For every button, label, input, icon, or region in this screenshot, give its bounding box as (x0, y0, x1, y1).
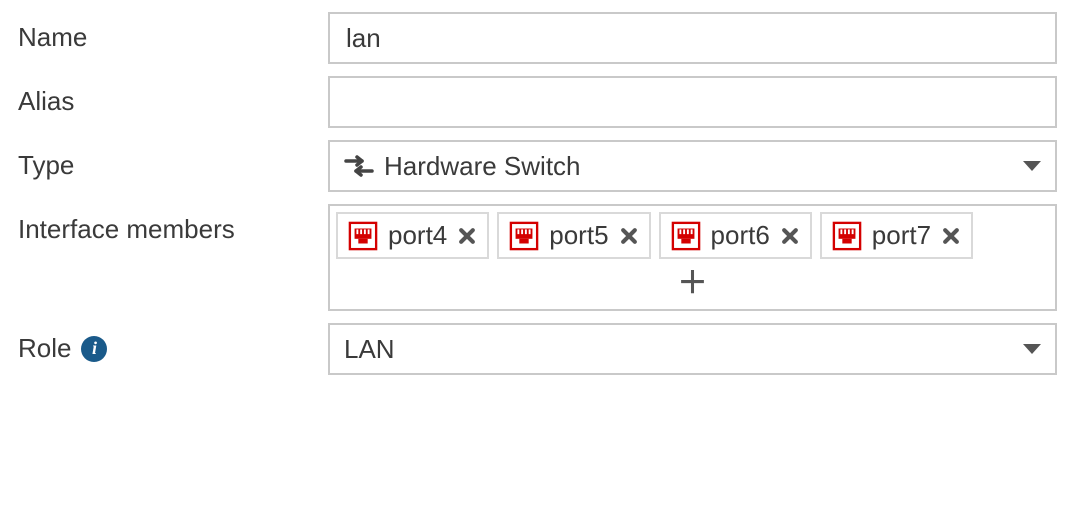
member-label: port4 (388, 220, 447, 251)
member-tag[interactable]: port7 (820, 212, 973, 259)
ethernet-port-icon (348, 221, 378, 251)
chevron-down-icon (1023, 344, 1041, 354)
label-role: Role i (18, 323, 328, 364)
chevron-down-icon (1023, 161, 1041, 171)
remove-member-button[interactable] (457, 226, 477, 246)
label-name: Name (18, 12, 328, 53)
member-tag[interactable]: port5 (497, 212, 650, 259)
remove-member-button[interactable] (941, 226, 961, 246)
label-members: Interface members (18, 204, 328, 245)
member-label: port7 (872, 220, 931, 251)
label-alias: Alias (18, 76, 328, 117)
hardware-switch-icon (344, 155, 374, 177)
name-input[interactable] (328, 12, 1057, 64)
role-select[interactable]: LAN (328, 323, 1057, 375)
label-name-text: Name (18, 22, 87, 53)
type-select[interactable]: Hardware Switch (328, 140, 1057, 192)
row-members: Interface members port4 port5 port6 port7 ＋ (18, 204, 1057, 311)
info-icon[interactable]: i (81, 336, 107, 362)
members-box[interactable]: port4 port5 port6 port7 ＋ (328, 204, 1057, 311)
remove-member-button[interactable] (780, 226, 800, 246)
member-label: port6 (711, 220, 770, 251)
ethernet-port-icon (509, 221, 539, 251)
row-name: Name (18, 12, 1057, 64)
row-role: Role i LAN (18, 323, 1057, 375)
row-type: Type Hardware Switch (18, 140, 1057, 192)
label-type-text: Type (18, 150, 74, 181)
remove-member-button[interactable] (619, 226, 639, 246)
add-member-button[interactable]: ＋ (678, 269, 708, 299)
label-role-text: Role (18, 333, 71, 364)
ethernet-port-icon (832, 221, 862, 251)
role-value: LAN (344, 334, 395, 365)
member-tag[interactable]: port6 (659, 212, 812, 259)
row-alias: Alias (18, 76, 1057, 128)
label-members-text: Interface members (18, 214, 235, 245)
alias-input[interactable] (328, 76, 1057, 128)
member-label: port5 (549, 220, 608, 251)
type-value: Hardware Switch (384, 151, 581, 182)
ethernet-port-icon (671, 221, 701, 251)
member-tag[interactable]: port4 (336, 212, 489, 259)
label-alias-text: Alias (18, 86, 74, 117)
label-type: Type (18, 140, 328, 181)
